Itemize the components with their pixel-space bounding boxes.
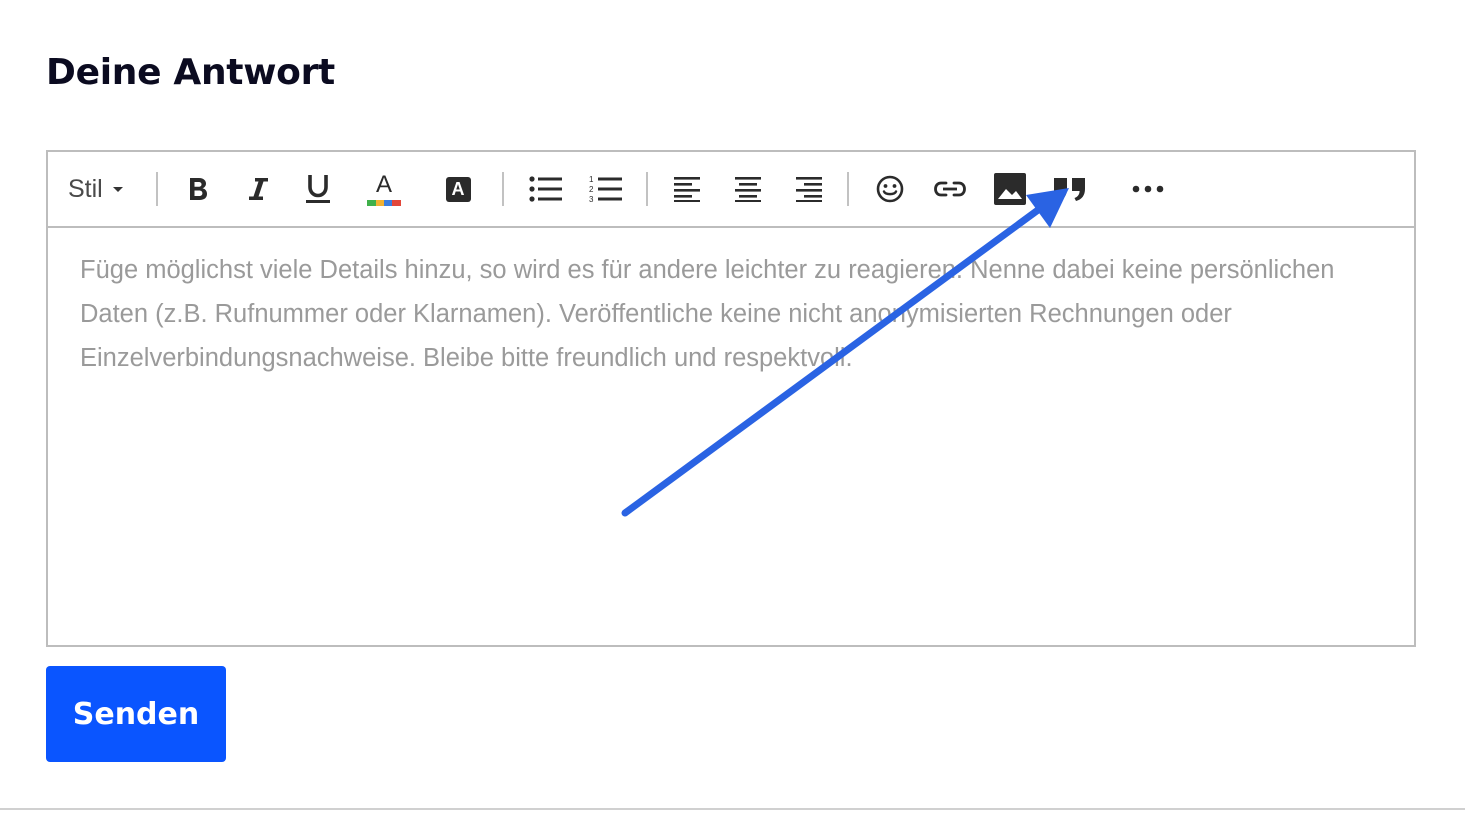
align-right-button[interactable] (788, 169, 828, 209)
style-dropdown-label: Stil (68, 174, 103, 203)
bottom-divider (0, 808, 1465, 810)
text-color-button[interactable]: A (364, 169, 404, 209)
toolbar-divider (156, 172, 158, 206)
submit-button[interactable]: Senden (46, 666, 226, 762)
numbered-list-icon: 1 2 3 (589, 175, 623, 203)
more-options-button[interactable] (1126, 169, 1170, 209)
emoji-button[interactable] (870, 169, 910, 209)
align-center-button[interactable] (728, 169, 768, 209)
toolbar-divider (847, 172, 849, 206)
svg-text:3: 3 (589, 195, 594, 203)
svg-text:2: 2 (589, 185, 594, 194)
emoji-icon (876, 175, 904, 203)
align-left-icon (674, 176, 702, 202)
image-button[interactable] (990, 169, 1030, 209)
chevron-down-icon (111, 184, 125, 194)
text-color-icon: A (367, 172, 401, 206)
quote-button[interactable] (1048, 169, 1092, 209)
underline-icon (305, 173, 331, 205)
italic-icon (246, 175, 270, 203)
bullet-list-button[interactable] (524, 169, 568, 209)
editor-content-area[interactable]: Füge möglichst viele Details hinzu, so w… (80, 248, 1380, 380)
answer-form: Deine Antwort Stil A A 1 2 3 Füge möglic… (0, 0, 1465, 813)
align-left-button[interactable] (668, 169, 708, 209)
align-center-icon (734, 176, 762, 202)
link-button[interactable] (928, 169, 972, 209)
quote-icon (1052, 176, 1088, 202)
image-icon (994, 173, 1026, 205)
bold-button[interactable] (180, 169, 216, 209)
toolbar-divider (502, 172, 504, 206)
link-icon (933, 179, 967, 199)
editor-toolbar: Stil A A 1 2 3 (48, 152, 1414, 228)
rich-text-editor: Stil A A 1 2 3 Füge möglichst viele Deta… (46, 150, 1416, 647)
highlight-button[interactable]: A (438, 169, 478, 209)
bullet-list-icon (529, 176, 563, 202)
numbered-list-button[interactable]: 1 2 3 (584, 169, 628, 209)
bold-icon (186, 175, 210, 203)
toolbar-divider (646, 172, 648, 206)
more-icon (1132, 185, 1164, 193)
svg-text:1: 1 (589, 175, 594, 184)
highlight-icon: A (445, 176, 471, 202)
align-right-icon (794, 176, 822, 202)
style-dropdown[interactable]: Stil (68, 169, 136, 209)
underline-button[interactable] (300, 169, 336, 209)
page-title: Deine Antwort (46, 52, 335, 93)
italic-button[interactable] (240, 169, 276, 209)
